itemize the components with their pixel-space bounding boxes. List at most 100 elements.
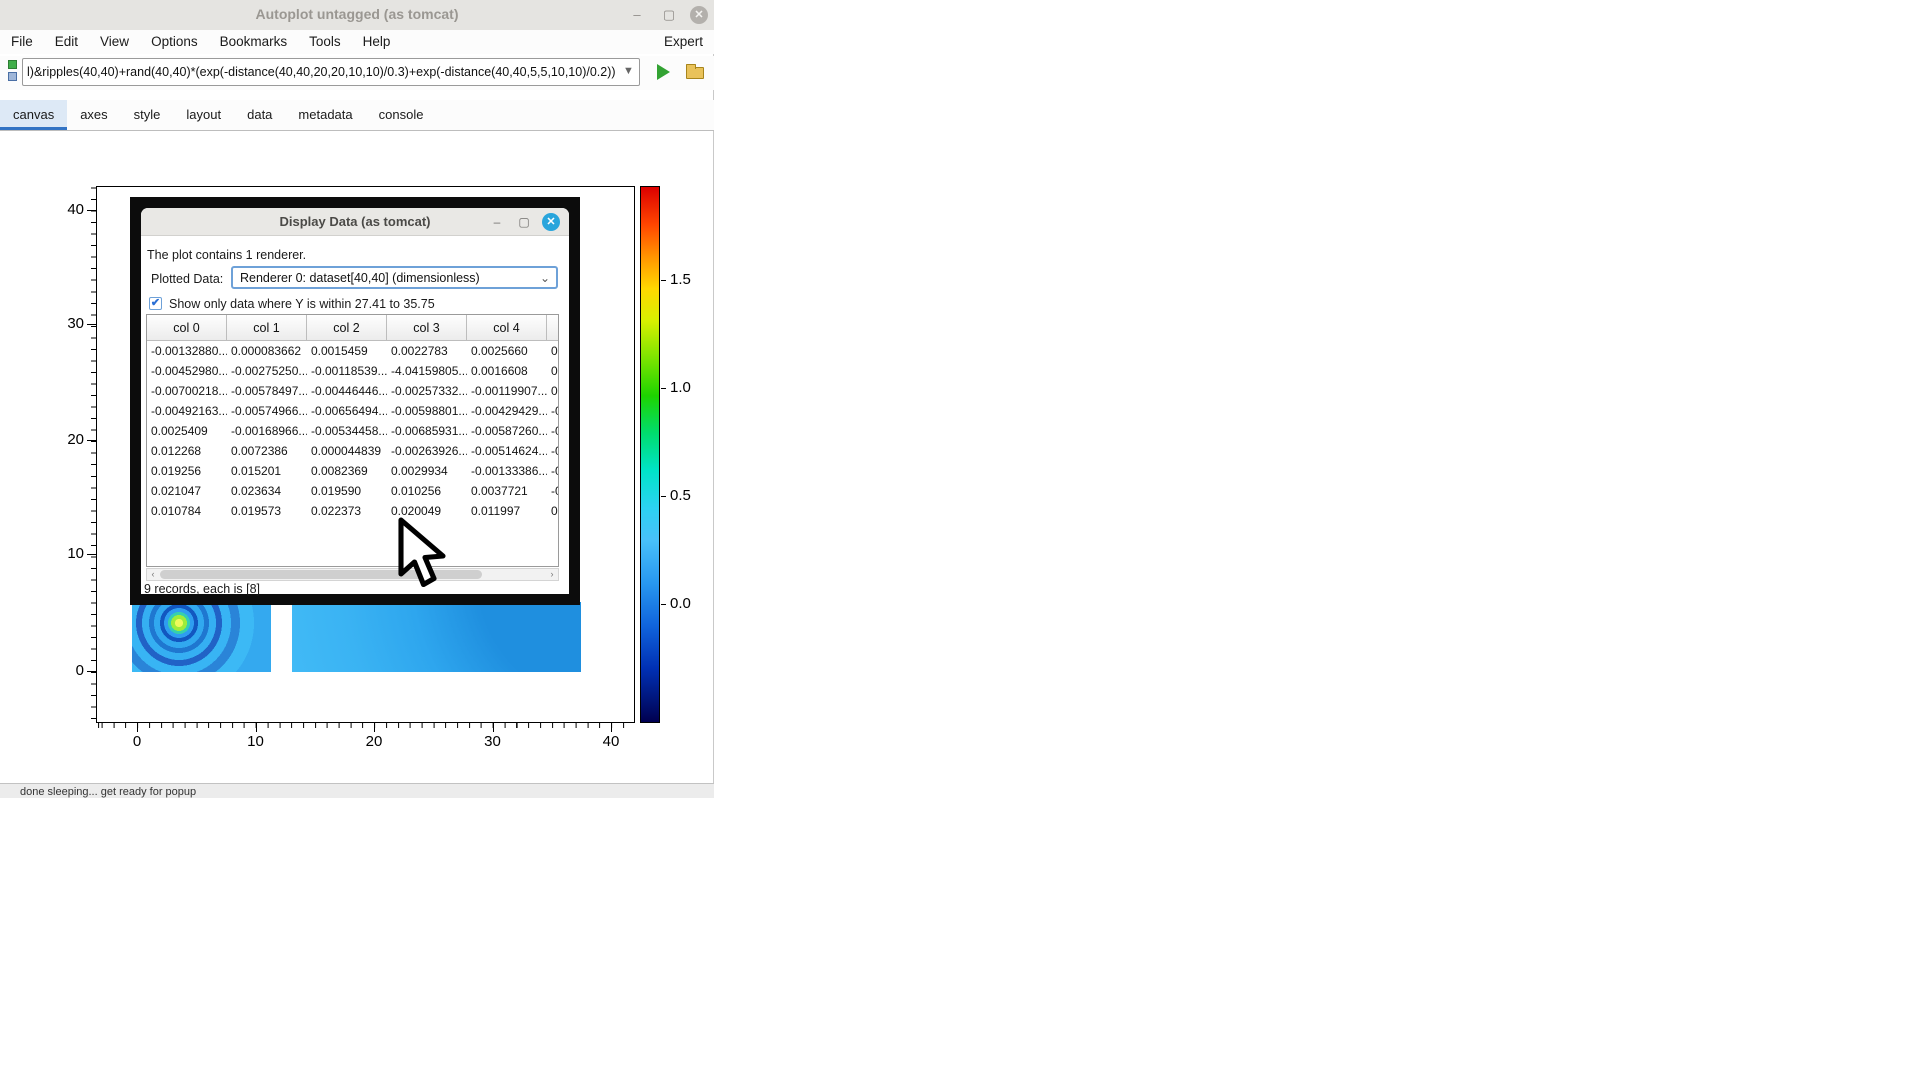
y-tick-label: 10 [48,545,84,562]
table-row[interactable]: 0.0025409-0.00168966...-0.00534458...-0.… [147,421,558,441]
table-cell: -0.00574966... [227,401,307,421]
table-cell: -0.00263926... [387,441,467,461]
tab-canvas[interactable]: canvas [0,100,67,130]
filter-checkbox[interactable]: ✔ [149,297,162,310]
table-cell: 0.012268 [147,441,227,461]
tab-layout[interactable]: layout [173,100,234,130]
table-cell: -0.00257332... [387,381,467,401]
table-row[interactable]: -0.00492163...-0.00574966...-0.00656494.… [147,401,558,421]
data-source-type-icon[interactable] [5,58,19,84]
folder-icon [686,67,704,79]
menu-help[interactable]: Help [352,30,402,49]
column-header[interactable]: col 0 [147,315,227,341]
colorbar-tick-mark [661,388,666,389]
window-title: Autoplot untagged (as tomcat) [0,6,714,22]
menu-bookmarks[interactable]: Bookmarks [209,30,299,49]
table-cell: 0.0022783 [387,341,467,361]
uri-combobox[interactable]: ▼ [22,58,640,86]
x-tick-label: 10 [236,733,276,750]
table-cell: -0.00132880... [147,341,227,361]
window-close-icon[interactable]: ✕ [690,6,708,24]
menu-edit[interactable]: Edit [44,30,89,49]
data-table[interactable]: col 0col 1col 2col 3col 4 -0.00132880...… [146,314,559,567]
table-cell: -0.00275250... [227,361,307,381]
dialog-maximize-icon[interactable]: ▢ [515,213,533,231]
chevron-down-icon: ⌄ [540,271,550,285]
colorbar[interactable] [640,186,660,723]
x-tick-mark [374,723,375,732]
menu-options[interactable]: Options [140,30,209,49]
table-cell: 0.00 [547,381,559,401]
dialog-close-icon[interactable]: ✕ [542,213,560,231]
table-cell: 0.0015459 [307,341,387,361]
window-maximize-icon[interactable]: ▢ [660,6,678,24]
table-row[interactable]: -0.00132880...0.0000836620.00154590.0022… [147,341,558,361]
x-axis-minor-ticks [97,723,634,728]
table-cell: -0.00429429... [467,401,547,421]
scroll-left-icon[interactable]: ‹ [147,569,159,580]
mouse-cursor-icon [396,517,448,595]
column-header[interactable]: col 4 [467,315,547,341]
table-cell: 0.0037721 [467,481,547,501]
dialog-titlebar[interactable]: Display Data (as tomcat) – ▢ ✕ [141,208,569,236]
y-axis-minor-ticks [91,187,96,722]
table-cell: -0.00168966... [227,421,307,441]
y-tick-mark [87,671,96,672]
table-cell: 0.019590 [307,481,387,501]
table-cell: 0.000044839 [307,441,387,461]
menu-tools[interactable]: Tools [298,30,352,49]
table-row[interactable]: 0.0107840.0195730.0223730.0200490.011997… [147,501,558,521]
colorbar-tick-mark [661,496,666,497]
menu-view[interactable]: View [89,30,140,49]
table-row[interactable]: 0.0192560.0152010.00823690.0029934-0.001… [147,461,558,481]
column-header[interactable] [547,315,559,341]
column-header[interactable]: col 3 [387,315,467,341]
tab-style[interactable]: style [121,100,174,130]
window-titlebar: Autoplot untagged (as tomcat) – ▢ ✕ [0,0,714,30]
y-tick-label: 30 [48,315,84,332]
uri-input[interactable] [27,60,619,84]
table-row[interactable]: 0.0122680.00723860.000044839-0.00263926.… [147,441,558,461]
expert-mode-label[interactable]: Expert [664,34,703,49]
table-cell: -0.0 [547,421,559,441]
table-cell: 0.0025660 [467,341,547,361]
table-cell: 0.022373 [307,501,387,521]
display-data-dialog-frame: Display Data (as tomcat) – ▢ ✕ The plot … [130,197,580,605]
tab-console[interactable]: console [366,100,437,130]
table-cell: 0.000083662 [227,341,307,361]
table-cell: 0.011997 [467,501,547,521]
scroll-right-icon[interactable]: › [546,569,558,580]
table-cell: -0.00492163... [147,401,227,421]
window-minimize-icon[interactable]: – [628,6,646,24]
y-tick-mark [87,324,96,325]
heatmap-tile-ripples[interactable] [132,602,271,672]
dialog-minimize-icon[interactable]: – [488,213,506,231]
table-cell: 0.010256 [387,481,467,501]
open-file-button[interactable] [682,59,708,85]
tab-data[interactable]: data [234,100,285,130]
table-cell: 0.023634 [227,481,307,501]
table-cell: -0.00685931... [387,421,467,441]
x-tick-label: 20 [354,733,394,750]
table-cell: 0.0082369 [307,461,387,481]
heatmap-tile-smooth[interactable] [292,602,581,672]
column-header[interactable]: col 2 [307,315,387,341]
table-cell: -0.00656494... [307,401,387,421]
plotted-data-combobox[interactable]: Renderer 0: dataset[40,40] (dimensionles… [231,266,558,289]
horizontal-scrollbar[interactable]: ‹ › [146,568,559,581]
tab-axes[interactable]: axes [67,100,120,130]
table-row[interactable]: -0.00700218...-0.00578497...-0.00446446.… [147,381,558,401]
tab-metadata[interactable]: metadata [285,100,365,130]
table-cell: -0.0 [547,461,559,481]
table-cell: -0.00514624... [467,441,547,461]
column-header[interactable]: col 1 [227,315,307,341]
table-cell: -0.00587260... [467,421,547,441]
uri-dropdown-arrow-icon[interactable]: ▼ [623,65,637,81]
colorbar-tick-label: 1.0 [670,379,704,396]
plotted-data-value: Renderer 0: dataset[40,40] (dimensionles… [240,271,480,285]
plot-go-button[interactable] [650,59,676,85]
table-row[interactable]: -0.00452980...-0.00275250...-0.00118539.… [147,361,558,381]
menu-file[interactable]: File [0,30,44,49]
menu-bar: FileEditViewOptionsBookmarksToolsHelp Ex… [0,30,714,54]
table-row[interactable]: 0.0210470.0236340.0195900.0102560.003772… [147,481,558,501]
